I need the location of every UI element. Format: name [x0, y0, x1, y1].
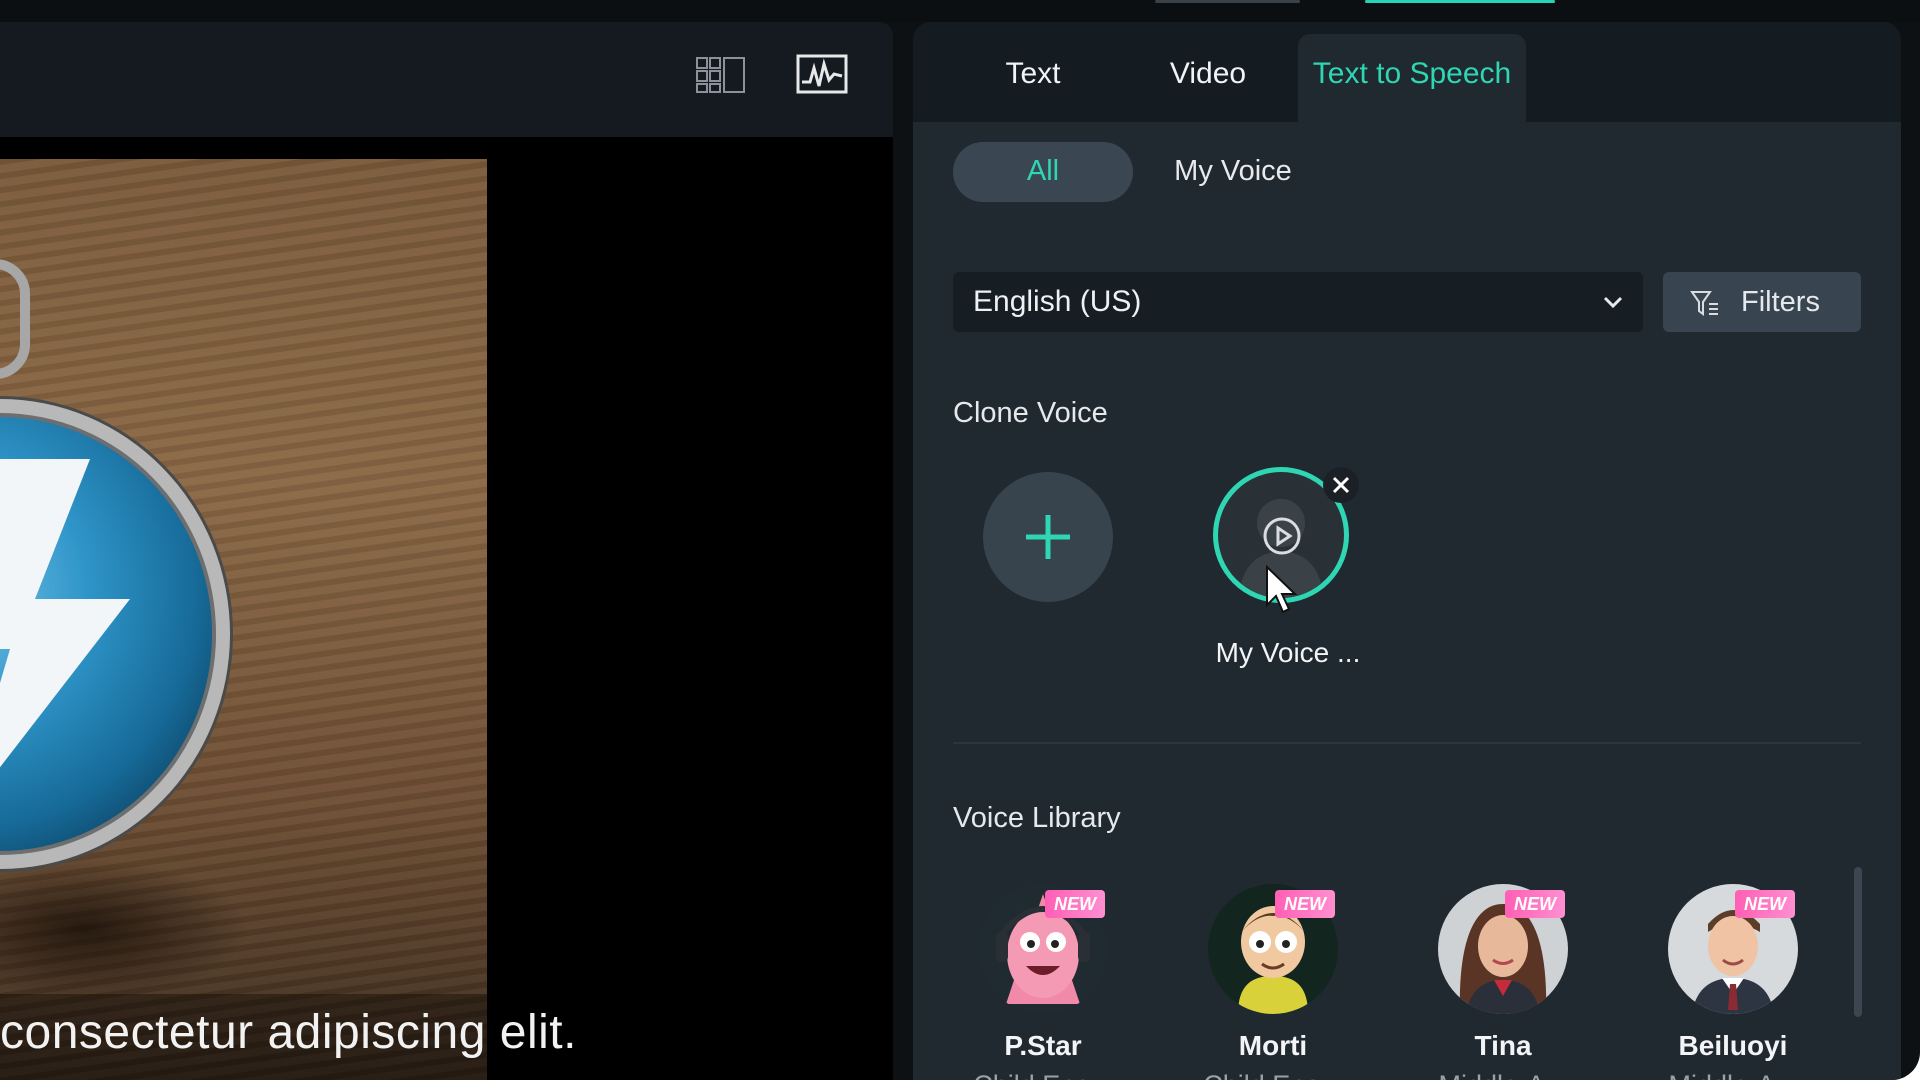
clone-voice-name: My Voice ...: [1215, 637, 1361, 668]
close-icon: [1332, 476, 1350, 494]
charm-ring: [0, 259, 30, 379]
voice-library-item[interactable]: NEW P.Star Child Ene...: [953, 884, 1133, 1080]
caption-text: consectetur adipiscing elit.: [0, 1006, 577, 1059]
new-badge: NEW: [1275, 890, 1335, 918]
new-badge: NEW: [1505, 890, 1565, 918]
filter-all-pill[interactable]: All: [953, 142, 1133, 202]
language-value: English (US): [973, 285, 1142, 318]
filters-label: Filters: [1741, 286, 1820, 318]
tab-text-to-speech[interactable]: Text to Speech: [1298, 34, 1526, 122]
clone-voice-item[interactable]: My Voice ...: [1198, 467, 1378, 668]
tab-video[interactable]: Video: [1138, 34, 1278, 122]
remove-voice-button[interactable]: [1323, 467, 1359, 503]
voice-description: Child Ene...: [1183, 1070, 1363, 1080]
top-strip: [0, 0, 1920, 22]
clone-voice-heading: Clone Voice: [953, 397, 1108, 429]
mouse-cursor-icon: [1266, 565, 1298, 614]
chevron-down-icon: [1603, 296, 1623, 309]
voice-name: Beiluoyi: [1678, 1030, 1788, 1061]
voice-library-scrollbar[interactable]: [1854, 867, 1862, 1017]
top-indicator-inactive: [1155, 0, 1300, 3]
section-divider: [953, 742, 1861, 744]
lightning-bolt-icon: [0, 459, 130, 768]
preview-toolbar: [0, 22, 893, 137]
filters-button[interactable]: Filters: [1663, 272, 1861, 332]
voice-name: Tina: [1474, 1030, 1532, 1061]
charm-shadow: [0, 859, 250, 999]
voice-library-item[interactable]: NEW Beiluoyi Middle-A...: [1643, 884, 1823, 1080]
voice-library-item[interactable]: NEW Morti Child Ene...: [1183, 884, 1363, 1080]
voice-description: Child Ene...: [953, 1070, 1133, 1080]
grid-layout-icon[interactable]: [693, 52, 749, 96]
voice-name: P.Star: [1004, 1030, 1082, 1061]
panel-tabbar: Text Video Text to Speech: [913, 22, 1901, 122]
voice-description: Middle-A...: [1413, 1070, 1593, 1080]
language-dropdown[interactable]: English (US): [953, 272, 1643, 332]
add-clone-voice-button[interactable]: [983, 472, 1113, 602]
voice-library-heading: Voice Library: [953, 802, 1121, 834]
top-indicator-active: [1365, 0, 1555, 3]
app-window: consectetur adipiscing elit. Text Video …: [0, 0, 1920, 1080]
new-badge: NEW: [1735, 890, 1795, 918]
waveform-icon[interactable]: [794, 52, 850, 96]
voice-library-item[interactable]: NEW Tina Middle-A...: [1413, 884, 1593, 1080]
voice-description: Middle-A...: [1643, 1070, 1823, 1080]
new-badge: NEW: [1045, 890, 1105, 918]
video-preview[interactable]: consectetur adipiscing elit.: [0, 137, 893, 1080]
filter-my-voice-pill[interactable]: My Voice: [1143, 142, 1323, 202]
text-to-speech-panel: Text Video Text to Speech All My Voice E…: [913, 22, 1901, 1080]
plus-icon: [1026, 515, 1070, 559]
filter-icon: [1690, 291, 1718, 316]
tab-text[interactable]: Text: [973, 34, 1093, 122]
preview-panel: consectetur adipiscing elit.: [0, 22, 893, 1080]
play-icon[interactable]: [1262, 516, 1302, 556]
preview-image: [0, 159, 487, 1080]
voice-name: Morti: [1238, 1030, 1308, 1061]
